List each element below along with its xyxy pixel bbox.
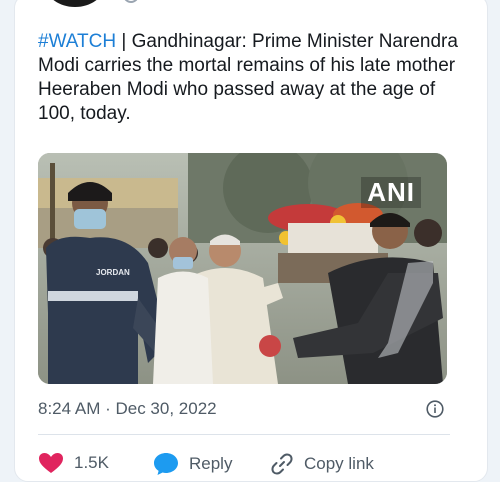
heart-icon	[39, 453, 63, 473]
avatar[interactable]	[45, 0, 105, 7]
shirt-text: JORDAN	[96, 268, 130, 277]
watermark-ani: ANI	[361, 177, 421, 208]
tweet-media-video[interactable]: ANI JORDAN	[38, 153, 447, 384]
tweet-timestamp[interactable]: 8:24 AM · Dec 30, 2022	[38, 399, 217, 419]
like-button[interactable]: 1.5K	[38, 452, 109, 474]
tweet-text: #WATCH | Gandhinagar: Prime Minister Nar…	[38, 30, 458, 126]
link-icon	[271, 453, 293, 475]
reply-button[interactable]: Reply	[153, 452, 232, 476]
like-count: 1.5K	[74, 453, 109, 472]
verified-icon	[123, 0, 139, 3]
divider	[38, 434, 450, 435]
reply-bubble-icon	[154, 453, 178, 475]
copy-link-label: Copy link	[304, 454, 374, 473]
tweet-actions: 1.5K Reply Copy link	[38, 452, 458, 478]
info-circle-icon[interactable]	[426, 400, 444, 418]
hashtag-link[interactable]: #WATCH	[38, 31, 116, 52]
reply-label: Reply	[189, 454, 233, 473]
copy-link-button[interactable]: Copy link	[270, 452, 374, 476]
